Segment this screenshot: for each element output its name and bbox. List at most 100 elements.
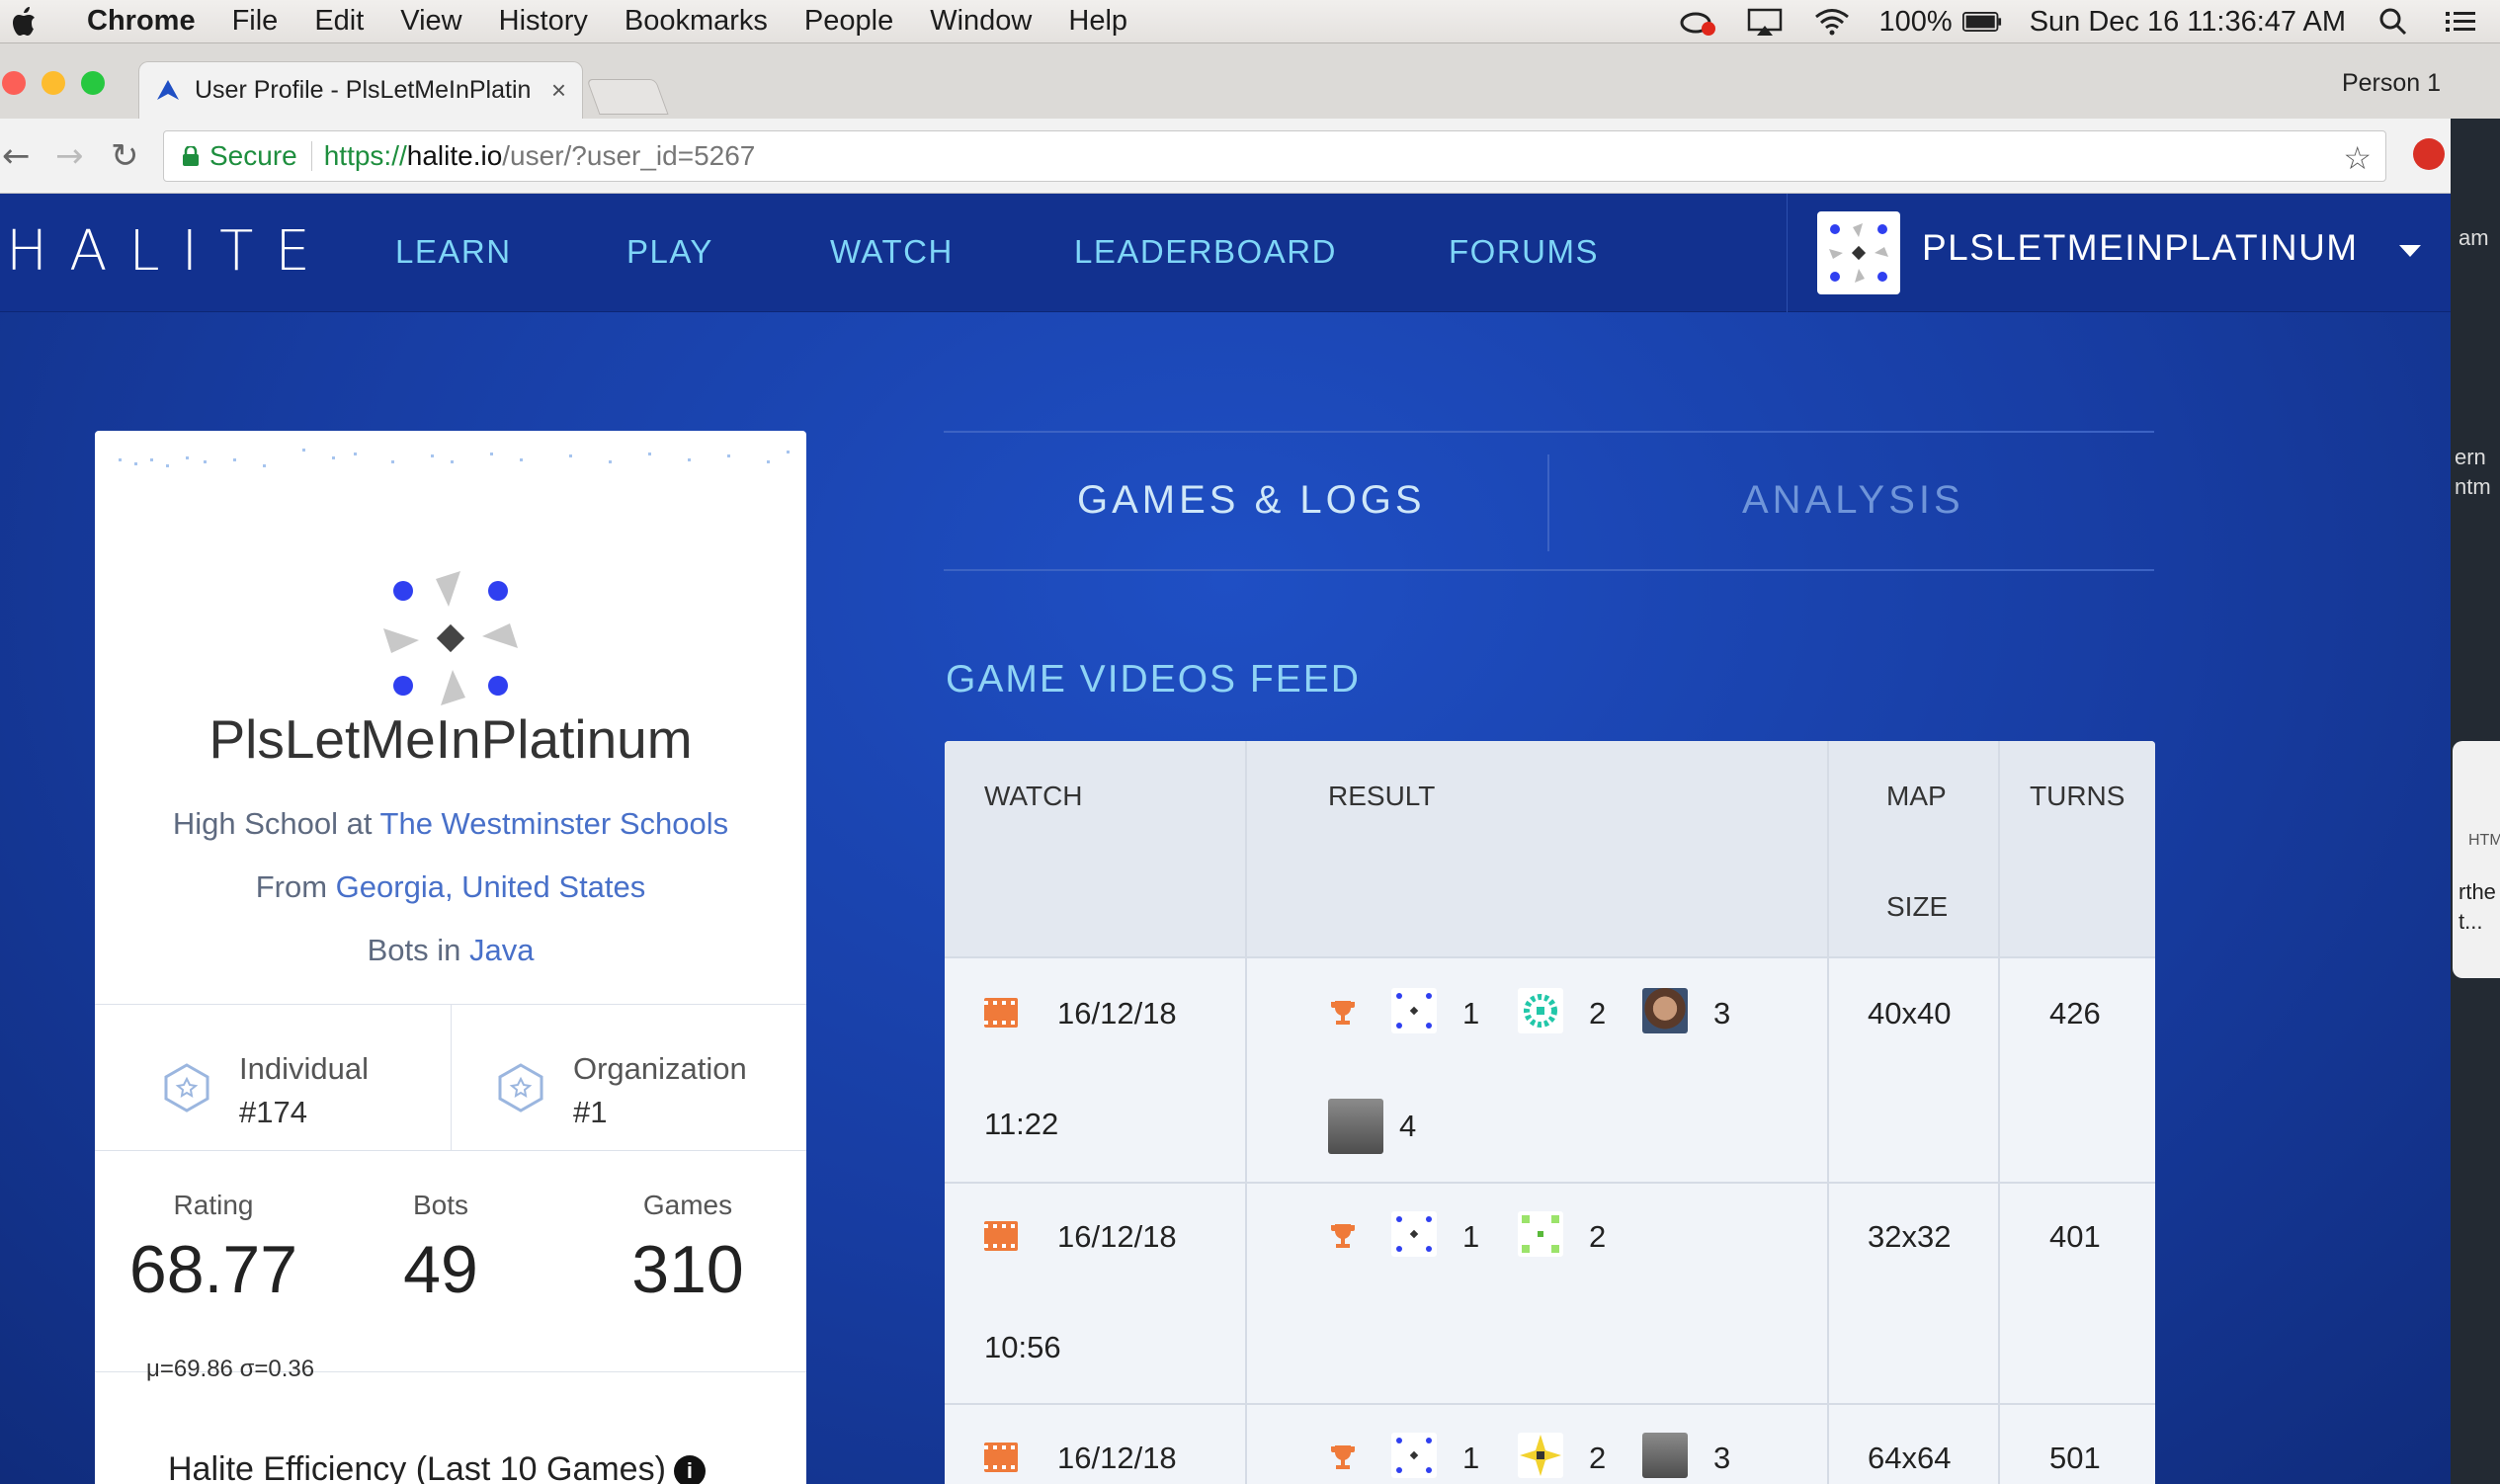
player-avatar[interactable] xyxy=(1328,1099,1383,1154)
url-host: halite.io xyxy=(406,140,503,171)
row-divider xyxy=(945,1182,2155,1184)
nav-leaderboard[interactable]: LEADERBOARD xyxy=(1074,233,1337,271)
profile-language: Bots in Java xyxy=(95,933,806,968)
bots-stat: Bots 49 xyxy=(381,1190,500,1308)
url-scheme: https:// xyxy=(323,140,407,171)
nav-forums[interactable]: FORUMS xyxy=(1449,233,1599,271)
spotlight-search-icon[interactable] xyxy=(2374,7,2413,37)
rating-sigma: μ=69.86 σ=0.36 xyxy=(146,1356,315,1382)
bots-value: 49 xyxy=(403,1232,478,1307)
player-rank: 3 xyxy=(1713,996,1731,1031)
game-date: 16/12/18 xyxy=(1057,1441,1177,1475)
turns: 426 xyxy=(2049,996,2101,1031)
individual-rank-badge-icon xyxy=(164,1063,209,1113)
close-window-button[interactable] xyxy=(2,71,26,95)
rating-stat: Rating 68.77 xyxy=(115,1190,312,1308)
col-map-size: SIZE xyxy=(1886,891,1949,922)
tab-title: User Profile - PlsLetMeInPlatin xyxy=(195,76,532,104)
organization-rank-label: Organization xyxy=(573,1051,747,1086)
organization-rank-badge-icon xyxy=(498,1063,543,1113)
macos-menubar: Chrome File Edit View History Bookmarks … xyxy=(0,0,2500,43)
chevron-down-icon[interactable] xyxy=(2399,245,2421,257)
rating-value: 68.77 xyxy=(128,1232,298,1307)
menu-history[interactable]: History xyxy=(499,5,588,38)
battery-icon[interactable] xyxy=(1961,7,2002,37)
card-header-dots xyxy=(119,449,790,467)
minimize-window-button[interactable] xyxy=(42,71,65,95)
bg-text: ntm xyxy=(2455,474,2491,499)
bg-text: HTM xyxy=(2468,832,2500,849)
menu-help[interactable]: Help xyxy=(1068,5,1127,38)
watch-replay-icon[interactable] xyxy=(984,998,1018,1028)
bookmark-star-icon[interactable]: ☆ xyxy=(2343,139,2372,177)
school-link[interactable]: The Westminster Schools xyxy=(380,806,729,841)
col-divider xyxy=(1245,741,1247,1484)
info-icon[interactable]: i xyxy=(673,1455,706,1484)
language-link[interactable]: Java xyxy=(469,933,534,967)
extension-icon[interactable] xyxy=(2413,138,2445,170)
halite-logo[interactable]: HALITE xyxy=(6,219,332,284)
browser-tab-active[interactable]: User Profile - PlsLetMeInPlatin × xyxy=(138,61,583,119)
game-date: 16/12/18 xyxy=(1057,996,1177,1031)
menubar-clock[interactable]: Sun Dec 16 11:36:47 AM xyxy=(2030,6,2346,39)
col-watch: WATCH xyxy=(984,781,1083,811)
individual-rank: Individual #174 xyxy=(239,1051,369,1130)
user-avatar xyxy=(1817,211,1900,294)
game-time: 11:22 xyxy=(984,1107,1059,1141)
bot-avatar-icon[interactable] xyxy=(1391,988,1437,1033)
halite-efficiency-heading: Halite Efficiency (Last 10 Games) i xyxy=(168,1450,706,1484)
nav-play[interactable]: PLAY xyxy=(626,233,713,271)
url-path: /user/?user_id=5267 xyxy=(502,140,756,171)
nav-learn[interactable]: LEARN xyxy=(395,233,512,271)
menu-people[interactable]: People xyxy=(804,5,893,38)
watch-replay-icon[interactable] xyxy=(984,1443,1018,1472)
bg-text: ern xyxy=(2455,445,2486,469)
game-time: 10:56 xyxy=(984,1330,1061,1364)
tab-divider xyxy=(1547,454,1549,551)
location-link[interactable]: Georgia, United States xyxy=(336,869,646,904)
player-avatar[interactable] xyxy=(1642,1433,1688,1478)
menu-file[interactable]: File xyxy=(232,5,279,38)
forward-arrow-icon[interactable]: → xyxy=(55,136,84,176)
user-menu[interactable]: PLSLETMEINPLATINUM xyxy=(1787,194,2451,312)
zoom-window-button[interactable] xyxy=(81,71,105,95)
profile-person-button[interactable]: Person 1 xyxy=(2342,69,2441,98)
creative-cloud-icon[interactable] xyxy=(1678,7,1717,37)
address-bar[interactable]: Secure https:// halite.io /user/?user_id… xyxy=(163,130,2386,182)
menu-edit[interactable]: Edit xyxy=(314,5,364,38)
menu-view[interactable]: View xyxy=(400,5,461,38)
menu-bookmarks[interactable]: Bookmarks xyxy=(625,5,768,38)
bot-avatar-icon[interactable] xyxy=(1391,1211,1437,1257)
tab-games-logs[interactable]: GAMES & LOGS xyxy=(1077,478,1426,523)
menu-chrome[interactable]: Chrome xyxy=(87,5,196,38)
reload-icon[interactable]: ↻ xyxy=(111,136,139,176)
apple-icon[interactable] xyxy=(10,5,40,39)
bot-avatar-icon[interactable] xyxy=(1518,988,1563,1033)
notification-center-icon[interactable] xyxy=(2441,7,2480,37)
bot-avatar-icon[interactable] xyxy=(1518,1211,1563,1257)
bot-avatar-icon[interactable] xyxy=(1518,1433,1563,1478)
menu-window[interactable]: Window xyxy=(930,5,1032,38)
bot-avatar-icon[interactable] xyxy=(1391,1433,1437,1478)
game-feed-table: WATCH RESULT MAP SIZE TURNS 16/12/18 11:… xyxy=(945,741,2155,1484)
trophy-icon xyxy=(1331,1445,1355,1469)
profile-school: High School at The Westminster Schools xyxy=(95,806,806,842)
tab-close-icon[interactable]: × xyxy=(551,75,566,106)
wifi-icon[interactable] xyxy=(1812,7,1852,37)
nav-watch[interactable]: WATCH xyxy=(830,233,954,271)
logo-text: HALITE xyxy=(6,219,332,284)
turns: 501 xyxy=(2049,1441,2101,1475)
profile-tabs: GAMES & LOGS ANALYSIS xyxy=(944,431,2154,571)
battery-percent: 100% xyxy=(1878,5,1953,38)
new-tab-button[interactable] xyxy=(586,79,669,115)
games-value: 310 xyxy=(631,1232,744,1307)
watch-replay-icon[interactable] xyxy=(984,1221,1018,1251)
bot-avatar-icon xyxy=(1829,223,1888,283)
games-label: Games xyxy=(642,1190,733,1220)
airplay-icon[interactable] xyxy=(1745,7,1785,37)
site-navbar: HALITE LEARN PLAY WATCH LEADERBOARD FORU… xyxy=(0,194,2451,312)
back-arrow-icon[interactable]: ← xyxy=(2,136,31,176)
bg-text: rthe xyxy=(2458,879,2496,904)
tab-analysis[interactable]: ANALYSIS xyxy=(1742,478,1964,523)
player-avatar[interactable] xyxy=(1642,988,1688,1033)
